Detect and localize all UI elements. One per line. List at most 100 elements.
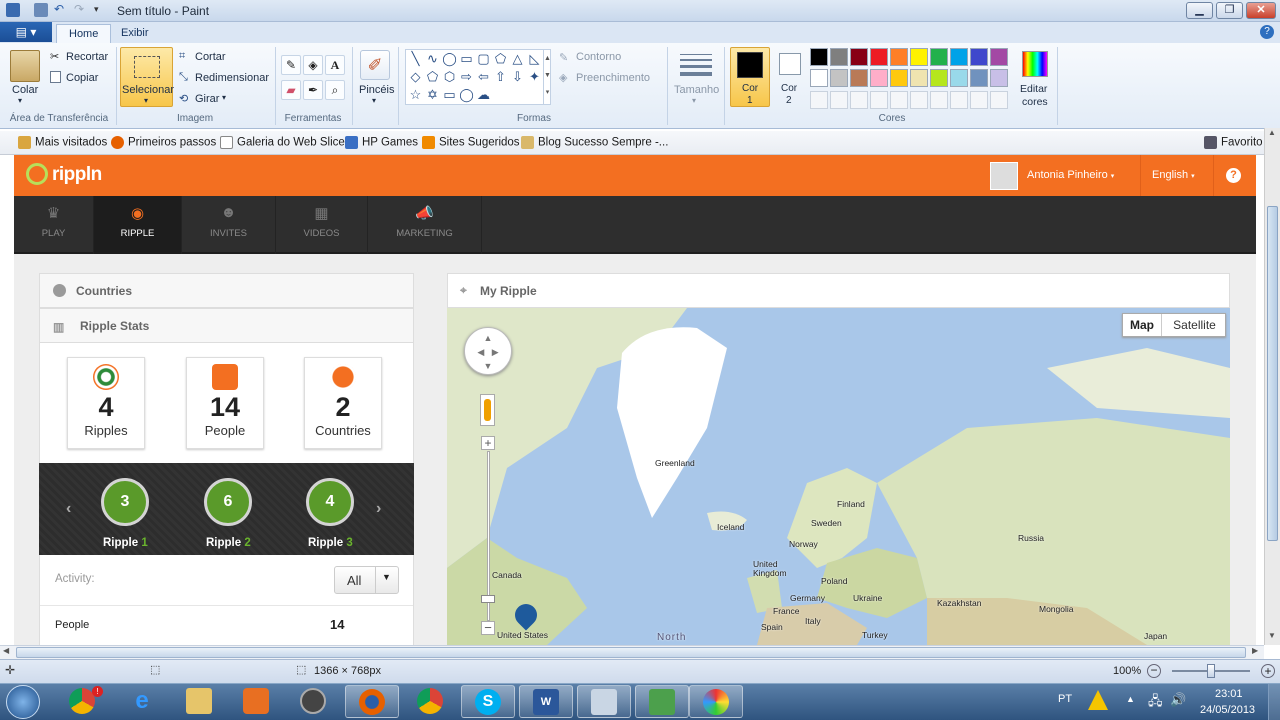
pentagon-shape-icon[interactable]: ⬠ bbox=[424, 68, 441, 85]
palette-swatch[interactable] bbox=[830, 48, 848, 66]
custom-color-slot[interactable] bbox=[950, 90, 968, 109]
network-icon[interactable]: 🖧 bbox=[1148, 692, 1163, 714]
user-avatar[interactable] bbox=[990, 162, 1018, 190]
palette-swatch[interactable] bbox=[850, 48, 868, 66]
edit-colors-line2[interactable]: cores bbox=[1022, 96, 1048, 108]
custom-color-slot[interactable] bbox=[810, 90, 828, 109]
bookmark-getting-started[interactable]: Primeiros passos bbox=[111, 136, 216, 149]
carousel-prev-icon[interactable]: ‹ bbox=[66, 500, 71, 518]
close-button[interactable]: ✕ bbox=[1246, 2, 1276, 19]
custom-color-slot[interactable] bbox=[850, 90, 868, 109]
bookmark-suggested-sites[interactable]: Sites Sugeridos bbox=[422, 136, 520, 149]
brushes-dropdown-icon[interactable]: ▾ bbox=[372, 96, 376, 105]
nav-invites[interactable]: ☻ INVITES bbox=[182, 196, 276, 254]
zoom-slider-handle[interactable] bbox=[481, 595, 495, 603]
palette-swatch[interactable] bbox=[870, 48, 888, 66]
fill-button[interactable]: Preenchimento bbox=[576, 72, 650, 84]
quick-access-dropdown-icon[interactable]: ▾ bbox=[94, 4, 108, 18]
palette-swatch[interactable] bbox=[970, 48, 988, 66]
zoom-in-button[interactable]: + bbox=[481, 436, 495, 450]
taskbar-skype[interactable]: S bbox=[461, 685, 515, 718]
zoom-out-icon[interactable]: − bbox=[1147, 664, 1161, 678]
five-point-star-shape-icon[interactable]: ☆ bbox=[407, 86, 424, 103]
paint-menu-button[interactable]: ▤ ▾ bbox=[0, 22, 52, 42]
favorites-button[interactable]: Favorito bbox=[1204, 136, 1263, 149]
scroll-down-icon[interactable]: ▼ bbox=[1268, 631, 1276, 640]
paste-icon[interactable] bbox=[10, 50, 40, 82]
palette-swatch[interactable] bbox=[950, 69, 968, 88]
redo-icon[interactable]: ↷ bbox=[74, 2, 88, 16]
nav-videos[interactable]: ▦ VIDEOS bbox=[276, 196, 368, 254]
curve-shape-icon[interactable]: ∿ bbox=[424, 50, 441, 67]
bookmark-web-slice-gallery[interactable]: Galeria do Web Slice bbox=[220, 136, 345, 149]
pegman-icon[interactable] bbox=[480, 394, 495, 426]
copy-button[interactable]: Copiar bbox=[66, 72, 98, 84]
volume-icon[interactable]: 🔊 bbox=[1170, 692, 1186, 708]
ripple-2-count[interactable]: 6 bbox=[204, 478, 252, 526]
taskbar-image-viewer[interactable] bbox=[577, 685, 631, 718]
ripple-1-count[interactable]: 3 bbox=[101, 478, 149, 526]
up-arrow-shape-icon[interactable]: ⇧ bbox=[492, 68, 509, 85]
pencil-icon[interactable]: ✎ bbox=[281, 55, 301, 75]
bookmark-blog[interactable]: Blog Sucesso Sempre -... bbox=[521, 136, 668, 149]
hexagon-shape-icon[interactable]: ⬡ bbox=[441, 68, 458, 85]
stats-panel-header[interactable]: ▥ Ripple Stats bbox=[39, 308, 414, 343]
oval-shape-icon[interactable]: ◯ bbox=[441, 50, 458, 67]
activity-filter-select[interactable]: All ▼ bbox=[334, 566, 399, 594]
ripple-3-count[interactable]: 4 bbox=[306, 478, 354, 526]
paste-dropdown-icon[interactable]: ▾ bbox=[18, 96, 22, 105]
triangle-shape-icon[interactable]: △ bbox=[509, 50, 526, 67]
four-point-star-shape-icon[interactable]: ✦ bbox=[526, 68, 543, 85]
taskbar-app[interactable] bbox=[635, 685, 689, 718]
callout-oval-shape-icon[interactable]: ◯ bbox=[458, 86, 475, 103]
resize-button[interactable]: Redimensionar bbox=[195, 72, 269, 84]
right-triangle-shape-icon[interactable]: ◺ bbox=[526, 50, 543, 67]
clock-time[interactable]: 23:01 bbox=[1215, 688, 1243, 700]
taskbar-firefox[interactable] bbox=[345, 685, 399, 718]
map-type-map-button[interactable]: Map bbox=[1123, 314, 1162, 336]
down-arrow-shape-icon[interactable]: ⇩ bbox=[509, 68, 526, 85]
six-point-star-shape-icon[interactable]: ✡ bbox=[424, 86, 441, 103]
rotate-dropdown-icon[interactable]: ▾ bbox=[222, 93, 226, 102]
site-logo[interactable]: rippln bbox=[52, 164, 102, 186]
zoom-in-icon[interactable]: + bbox=[1261, 664, 1275, 678]
palette-swatch[interactable] bbox=[950, 48, 968, 66]
nav-ripple[interactable]: ◉ RIPPLE bbox=[94, 196, 182, 254]
paste-button[interactable]: Colar bbox=[12, 84, 38, 96]
taskbar-ie[interactable]: e bbox=[115, 685, 169, 718]
rounded-rectangle-shape-icon[interactable]: ▢ bbox=[475, 50, 492, 67]
palette-swatch[interactable] bbox=[810, 69, 828, 88]
horizontal-scrollbar[interactable]: ◀ ▶ bbox=[0, 645, 1264, 659]
custom-color-slot[interactable] bbox=[830, 90, 848, 109]
custom-color-slot[interactable] bbox=[970, 90, 988, 109]
magnifier-icon[interactable]: ⌕ bbox=[325, 80, 345, 100]
custom-color-slot[interactable] bbox=[910, 90, 928, 109]
map-type-satellite-button[interactable]: Satellite bbox=[1163, 314, 1226, 336]
brush-icon[interactable]: ✐ bbox=[360, 50, 390, 80]
scroll-up-icon[interactable]: ▲ bbox=[1268, 128, 1276, 137]
color2-swatch[interactable] bbox=[779, 53, 801, 75]
select-dropdown-icon[interactable]: ▾ bbox=[144, 96, 148, 105]
user-menu[interactable]: Antonia Pinheiro ▾ bbox=[1027, 169, 1114, 181]
countries-panel-header[interactable]: Countries bbox=[39, 273, 414, 308]
palette-swatch[interactable] bbox=[890, 69, 908, 88]
taskbar-paint[interactable] bbox=[689, 685, 743, 718]
help-icon[interactable]: ? bbox=[1260, 25, 1274, 39]
eraser-icon[interactable]: ▰ bbox=[281, 80, 301, 100]
left-arrow-shape-icon[interactable]: ⇦ bbox=[475, 68, 492, 85]
palette-swatch[interactable] bbox=[910, 48, 928, 66]
taskbar-hp[interactable] bbox=[286, 685, 340, 718]
carousel-next-icon[interactable]: › bbox=[376, 500, 381, 518]
custom-color-slot[interactable] bbox=[930, 90, 948, 109]
tab-exibir[interactable]: Exibir bbox=[109, 24, 161, 43]
palette-swatch[interactable] bbox=[990, 48, 1008, 66]
diamond-shape-icon[interactable]: ◇ bbox=[407, 68, 424, 85]
rectangle-shape-icon[interactable]: ▭ bbox=[458, 50, 475, 67]
language-menu[interactable]: English ▾ bbox=[1152, 169, 1195, 181]
minimize-button[interactable]: ▁ bbox=[1186, 2, 1213, 19]
taskbar-chrome[interactable] bbox=[403, 685, 457, 718]
show-hidden-icons[interactable]: ▲ bbox=[1126, 694, 1135, 704]
edit-colors-line1[interactable]: Editar bbox=[1020, 83, 1047, 95]
clock-date[interactable]: 24/05/2013 bbox=[1200, 704, 1255, 716]
map-pan-control[interactable]: ▲ ◀ ▶ ▼ bbox=[464, 327, 512, 375]
